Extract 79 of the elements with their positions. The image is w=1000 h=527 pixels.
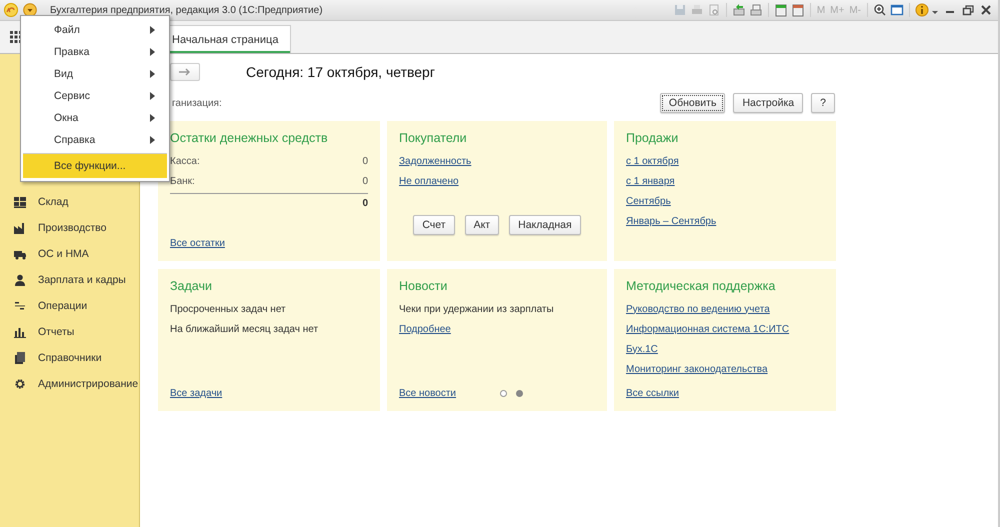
balance-label: Касса: (170, 156, 200, 166)
page-dot[interactable] (516, 390, 524, 397)
home-tab[interactable]: Начальная страница (168, 25, 292, 53)
balance-value: 0 (362, 156, 368, 166)
preview-icon[interactable] (706, 3, 721, 17)
section-item[interactable]: Отчеты (0, 319, 139, 345)
header-button[interactable]: Настройка (733, 93, 804, 113)
card-link[interactable]: Сентябрь (626, 196, 671, 206)
panel-icon[interactable] (890, 3, 904, 17)
card-link[interactable]: Не оплачено (399, 176, 459, 186)
restore-icon[interactable] (962, 3, 974, 17)
card-footer-link[interactable]: Все задачи (170, 388, 222, 399)
ledger-icon (14, 300, 26, 312)
card-title: Продажи (626, 131, 680, 145)
document-button[interactable]: Счет (413, 215, 455, 235)
logo-icon (4, 3, 18, 17)
menu-item[interactable]: Сервис (23, 85, 167, 107)
card-link[interactable]: Руководство по ведению учета (626, 304, 770, 314)
header-button[interactable]: ? (811, 93, 835, 113)
card-footer-link[interactable]: Все ссылки (626, 388, 679, 399)
section-item[interactable]: Зарплата и кадры (0, 267, 139, 293)
menu-item[interactable]: Файл (23, 19, 167, 41)
zoom-icon[interactable] (873, 3, 887, 17)
menu-item[interactable]: Вид (23, 63, 167, 85)
document-icon[interactable] (748, 3, 763, 17)
card-footer-link[interactable]: Все остатки (170, 238, 225, 249)
close-icon[interactable] (980, 3, 992, 17)
section-item[interactable]: Склад (0, 189, 139, 215)
document-button[interactable]: Акт (464, 215, 500, 235)
section-item[interactable]: ОС и НМА (0, 241, 139, 267)
card-link[interactable]: Бух.1С (626, 344, 658, 354)
card-title: Задачи (170, 279, 213, 293)
balance-value: 0 (362, 176, 368, 186)
card-title: Остатки денежных средств (170, 131, 329, 145)
menu-item[interactable]: Правка (23, 41, 167, 63)
header-button[interactable]: Обновить (660, 93, 726, 113)
balance-label: Банк: (170, 176, 195, 186)
truck-icon (14, 248, 26, 260)
card-link[interactable]: с 1 октября (626, 156, 679, 166)
menu-item[interactable]: Справка (23, 129, 167, 151)
settings-icon (14, 378, 26, 390)
card-text: Просроченных задач нет (170, 304, 286, 314)
card-link[interactable]: Информационная система 1С:ИТС (626, 324, 790, 334)
main-menu-button[interactable] (22, 2, 38, 18)
document-arrow-icon[interactable] (732, 3, 746, 17)
factory-icon (14, 222, 26, 234)
card-link[interactable]: Задолженность (399, 156, 472, 166)
caret-icon (23, 3, 37, 17)
books-icon (14, 352, 26, 364)
bar-chart-icon (14, 326, 26, 338)
page-dot[interactable] (500, 390, 508, 397)
grid-icon (14, 196, 26, 208)
card-text: На ближайший месяц задач нет (170, 324, 318, 334)
card-footer-link[interactable]: Все новости (399, 388, 456, 399)
card-link[interactable]: Подробнее (399, 324, 451, 334)
arrow-icon (178, 67, 192, 77)
calendar-icon[interactable] (774, 3, 788, 17)
info-icon[interactable] (915, 3, 929, 17)
section-item[interactable]: Администрирование (0, 371, 139, 397)
forward-button[interactable] (170, 63, 200, 81)
calendar-icon[interactable] (790, 3, 805, 17)
balance-total: 0 (362, 198, 368, 208)
card-link[interactable]: с 1 января (626, 176, 675, 186)
person-icon (14, 274, 26, 286)
window-title: Бухгалтерия предприятия, редакция 3.0 (1С:Предприятие) (50, 4, 323, 16)
card-link[interactable]: Мониторинг законодательства (626, 364, 768, 374)
card-title: Новости (399, 279, 448, 293)
section-item[interactable]: Производство (0, 215, 139, 241)
card-text: Чеки при удержании из зарплаты (399, 304, 554, 314)
card-title: Покупатели (399, 131, 468, 145)
section-item[interactable]: Справочники (0, 345, 139, 371)
menu-item[interactable]: Все функции... (23, 153, 167, 178)
card-link[interactable]: Январь – Сентябрь (626, 216, 716, 226)
section-item[interactable]: Операции (0, 293, 139, 319)
document-button[interactable]: Накладная (509, 215, 581, 235)
card-title: Методическая поддержка (626, 279, 776, 293)
today-heading: Сегодня: 17 октября, четверг (246, 64, 435, 80)
organization-label: ганизация: (172, 98, 222, 108)
menu-item[interactable]: Окна (23, 107, 167, 129)
